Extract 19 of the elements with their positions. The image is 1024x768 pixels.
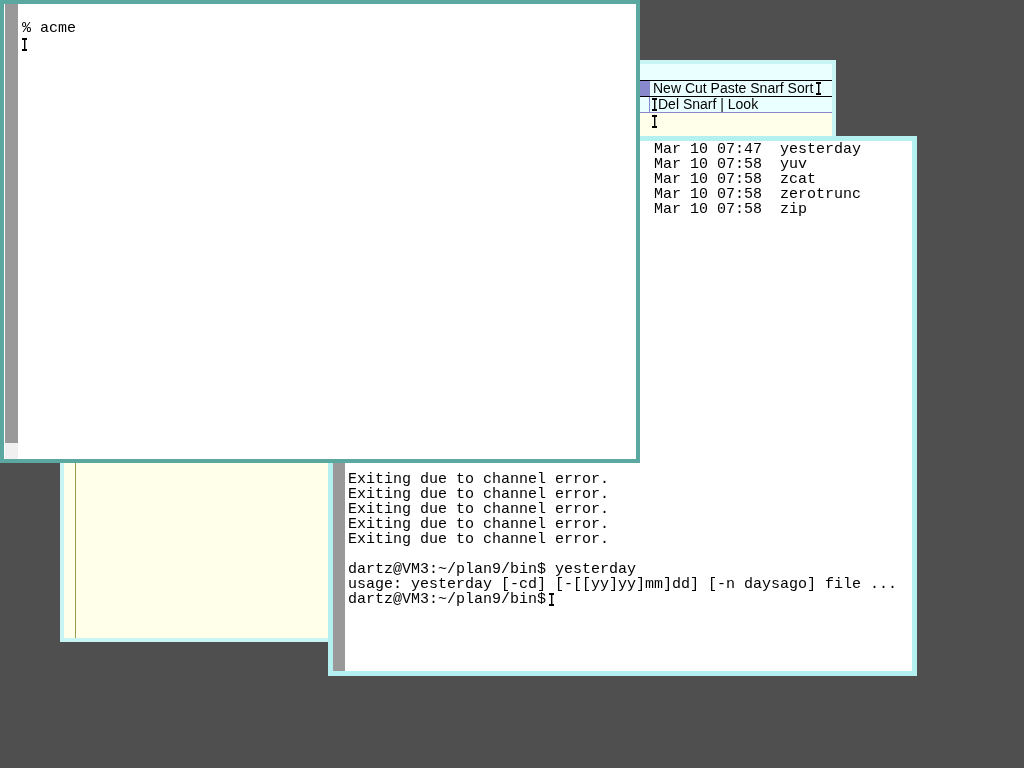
error-line: Exiting due to channel error. bbox=[348, 472, 611, 487]
error-line: Exiting due to channel error. bbox=[348, 517, 611, 532]
error-line: Exiting due to channel error. bbox=[348, 487, 611, 502]
text-cursor-icon bbox=[22, 38, 27, 51]
listing-line: Mar 10 07:47 yesterday bbox=[654, 142, 863, 157]
listing-line: Mar 10 07:58 zerotrunc bbox=[654, 187, 863, 202]
text-cursor-icon bbox=[652, 115, 657, 128]
listing-line: Mar 10 07:58 yuv bbox=[654, 157, 809, 172]
scrollbar[interactable] bbox=[5, 4, 18, 459]
listing-line: Mar 10 07:58 zcat bbox=[654, 172, 818, 187]
error-line: Exiting due to channel error. bbox=[348, 502, 611, 517]
terminal-line: dartz@VM3:~/plan9/bin$ yesterday bbox=[348, 562, 637, 577]
text-cursor-icon bbox=[549, 593, 555, 606]
shell-line: % acme bbox=[22, 21, 76, 36]
prompt-line: dartz@VM3:~/plan9/bin$ bbox=[348, 592, 547, 607]
listing-line: Mar 10 07:58 zip bbox=[654, 202, 809, 217]
error-line: Exiting due to channel error. bbox=[348, 532, 611, 547]
terminal-line: usage: yesterday [-cd] [-[[yy]yy]mm]dd] [-n daysago] file ... bbox=[348, 577, 898, 592]
scrollbar[interactable] bbox=[333, 463, 345, 671]
